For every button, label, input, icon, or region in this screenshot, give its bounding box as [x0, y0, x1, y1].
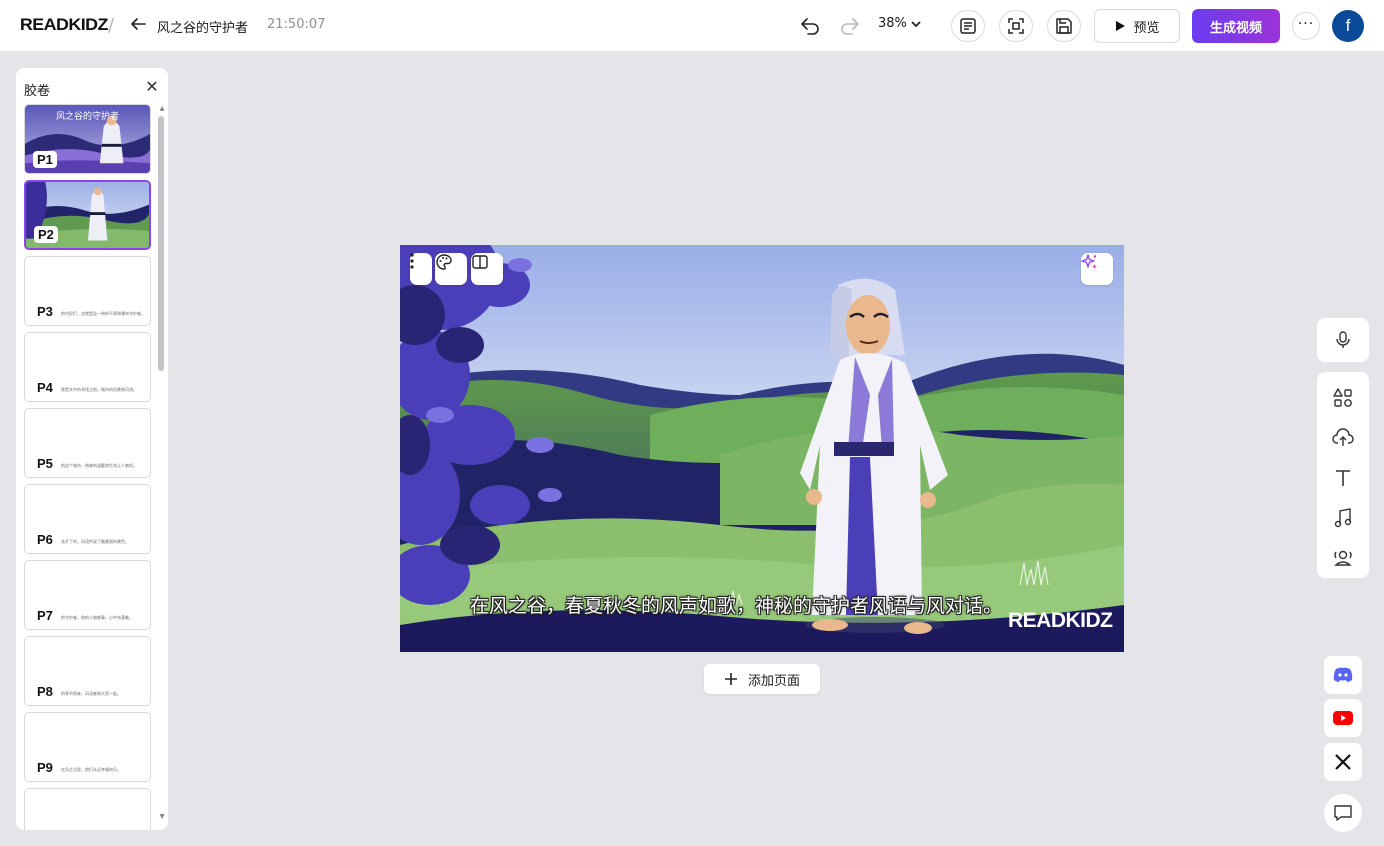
- youtube-icon: [1333, 711, 1353, 725]
- preview-label: 预览: [1133, 20, 1160, 36]
- preview-button[interactable]: 预览: [1094, 9, 1180, 43]
- page-label: P8: [33, 683, 57, 700]
- page-thumbnail-p6[interactable]: P6 花开了的，风语传说了最美丽的景色。: [24, 484, 151, 554]
- page-text-snippet: 的这个城市，带来的温暖和生命让人感叹。: [61, 463, 137, 468]
- page-label: P1: [33, 151, 57, 168]
- script-icon: [960, 18, 976, 34]
- palette-icon: [436, 254, 452, 270]
- scroll-down-icon[interactable]: ▼: [158, 814, 166, 820]
- microphone-icon[interactable]: [1333, 330, 1353, 350]
- slide-options-button[interactable]: [410, 253, 432, 285]
- save-timestamp: 21:50:07: [267, 17, 326, 32]
- page-thumbnail-p4[interactable]: P4 缘是文中的寻找之地，城市的风景和河流。: [24, 332, 151, 402]
- play-icon: [1116, 21, 1126, 31]
- save-button[interactable]: [1047, 10, 1081, 42]
- page-label: P4: [33, 379, 57, 396]
- page-thumbnail-p7[interactable]: P7 的守护者，他的人物故事，心中充满着。: [24, 560, 151, 630]
- page-thumbnail-p5[interactable]: P5 的这个城市，带来的温暖和生命让人感叹。: [24, 408, 151, 478]
- page-text-snippet: 的村民们，也就是这一带的平原和瀑布守护者。: [61, 311, 145, 316]
- top-bar: READKIDZ / 风之谷的守护者 21:50:07 38% 预览 生成视频 …: [0, 0, 1384, 52]
- x-link[interactable]: [1324, 743, 1362, 781]
- page-thumbnail-p3[interactable]: P3 的村民们，也就是这一带的平原和瀑布守护者。: [24, 256, 151, 326]
- filmstrip-title: 胶卷: [24, 84, 51, 99]
- redo-icon[interactable]: [838, 14, 862, 38]
- page-thumbnail-p10[interactable]: [24, 788, 151, 830]
- back-arrow-icon[interactable]: [128, 14, 148, 36]
- voice-tool-panel: [1317, 318, 1369, 362]
- filmstrip-panel: 胶卷 ✕ 风之谷的守护者 P1 P2 P3 的村民们，也就是这一带的平原和瀑布守…: [16, 68, 168, 830]
- elements-icon[interactable]: [1331, 386, 1355, 410]
- plus-icon: [724, 673, 737, 685]
- scroll-up-icon[interactable]: ▲: [158, 106, 166, 112]
- generate-video-button[interactable]: 生成视频: [1192, 9, 1280, 43]
- layout-button[interactable]: [471, 253, 503, 285]
- undo-icon[interactable]: [798, 14, 822, 38]
- text-icon[interactable]: [1331, 466, 1355, 490]
- youtube-link[interactable]: [1324, 699, 1362, 737]
- page-text-snippet: 的季节到来，风语者和大家一起。: [61, 691, 121, 696]
- page-label: P3: [33, 303, 57, 320]
- add-page-label: 添加页面: [747, 673, 800, 689]
- page-thumbnail-p2[interactable]: P2: [24, 180, 151, 250]
- page-label: P5: [33, 455, 57, 472]
- scrollbar-thumb[interactable]: [158, 116, 164, 371]
- page-label: P2: [34, 226, 58, 243]
- thumbnail-title: 风之谷的守护者: [55, 112, 119, 122]
- zoom-dropdown[interactable]: 38%: [878, 16, 922, 31]
- page-thumbnail-p8[interactable]: P8 的季节到来，风语者和大家一起。: [24, 636, 151, 706]
- page-label: P7: [33, 607, 57, 624]
- style-palette-button[interactable]: [435, 253, 467, 285]
- split-layout-icon: [472, 255, 488, 269]
- zoom-level: 38%: [878, 16, 907, 31]
- page-label: P9: [33, 759, 57, 776]
- close-icon[interactable]: ✕: [144, 78, 160, 96]
- filmstrip-scrollbar[interactable]: ▲ ▼: [158, 106, 166, 826]
- fit-screen-button[interactable]: [999, 10, 1033, 42]
- script-button[interactable]: [951, 10, 985, 42]
- page-thumbnail-p9[interactable]: P9 在风之谷里，他们永远幸福快乐。: [24, 712, 151, 782]
- vertical-dots-icon: [410, 253, 414, 269]
- upload-cloud-icon[interactable]: [1331, 426, 1355, 450]
- more-options-button[interactable]: ···: [1292, 12, 1320, 40]
- page-label: P6: [33, 531, 57, 548]
- fit-screen-icon: [1008, 18, 1024, 34]
- page-thumbnail-p1[interactable]: 风之谷的守护者 P1: [24, 104, 151, 174]
- subtitle-caption[interactable]: 在风之谷，春夏秋冬的风声如歌，神秘的守护者风语与风对话。: [470, 591, 1002, 618]
- discord-icon: [1333, 667, 1353, 682]
- voice-character-icon[interactable]: [1331, 546, 1355, 570]
- discord-link[interactable]: [1324, 656, 1362, 694]
- page-text-snippet: 缘是文中的寻找之地，城市的风景和河流。: [61, 387, 137, 392]
- document-title[interactable]: 风之谷的守护者: [157, 17, 248, 36]
- feedback-button[interactable]: [1324, 794, 1362, 832]
- save-icon: [1056, 18, 1072, 34]
- ai-magic-button[interactable]: [1081, 253, 1113, 285]
- music-icon[interactable]: [1331, 506, 1355, 530]
- sparkle-icon: [1081, 254, 1097, 269]
- avatar[interactable]: f: [1332, 10, 1364, 42]
- chevron-down-icon: [911, 20, 921, 27]
- page-thumbnail-list: 风之谷的守护者 P1 P2 P3 的村民们，也就是这一带的平原和瀑布守护者。 P…: [24, 104, 152, 830]
- page-text-snippet: 的守护者，他的人物故事，心中充满着。: [61, 615, 133, 620]
- app-logo[interactable]: READKIDZ: [20, 15, 109, 35]
- feedback-chat-icon: [1334, 805, 1352, 821]
- add-page-button[interactable]: 添加页面: [704, 664, 820, 694]
- x-icon: [1335, 754, 1351, 770]
- watermark-logo: READKIDZ: [1008, 609, 1113, 632]
- slide-canvas[interactable]: 在风之谷，春夏秋冬的风声如歌，神秘的守护者风语与风对话。 READKIDZ: [400, 245, 1124, 652]
- page-text-snippet: 花开了的，风语传说了最美丽的景色。: [61, 539, 129, 544]
- page-text-snippet: 在风之谷里，他们永远幸福快乐。: [61, 767, 121, 772]
- tool-rail: [1317, 372, 1369, 578]
- breadcrumb-separator: /: [108, 15, 115, 36]
